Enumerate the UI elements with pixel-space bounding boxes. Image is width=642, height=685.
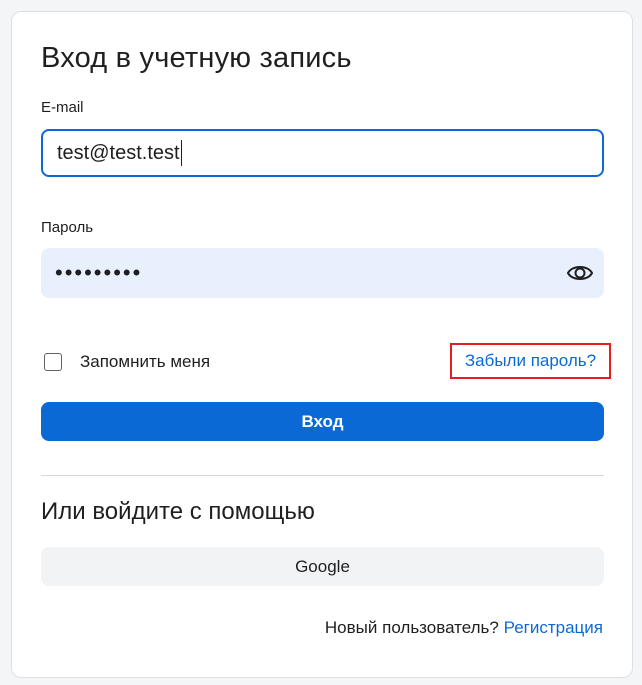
remember-checkbox[interactable] [44,353,62,371]
divider [41,475,604,476]
login-button[interactable]: Вход [41,402,604,441]
email-label: E-mail [41,99,84,116]
login-card: Вход в учетную запись E-mail test@test.t… [11,11,633,678]
email-value: test@test.test [57,141,180,164]
register-prompt-text: Новый пользователь? [324,618,499,637]
email-field[interactable]: test@test.test [41,129,604,177]
register-link[interactable]: Регистрация [504,618,603,637]
remember-label: Запомнить меня [80,352,211,371]
page-title: Вход в учетную запись [41,42,352,74]
text-caret [180,140,182,166]
google-login-button[interactable]: Google [41,547,604,586]
password-field[interactable]: ••••••••• [41,248,604,298]
forgot-password-link[interactable]: Забыли пароль? [450,343,611,379]
password-label: Пароль [41,219,94,236]
remember-me[interactable]: Запомнить меня [44,352,210,372]
eye-icon[interactable] [566,259,594,287]
password-value: ••••••••• [55,260,143,285]
register-prompt: Новый пользователь? Регистрация [325,618,603,638]
alternative-login-title: Или войдите с помощью [41,498,315,525]
